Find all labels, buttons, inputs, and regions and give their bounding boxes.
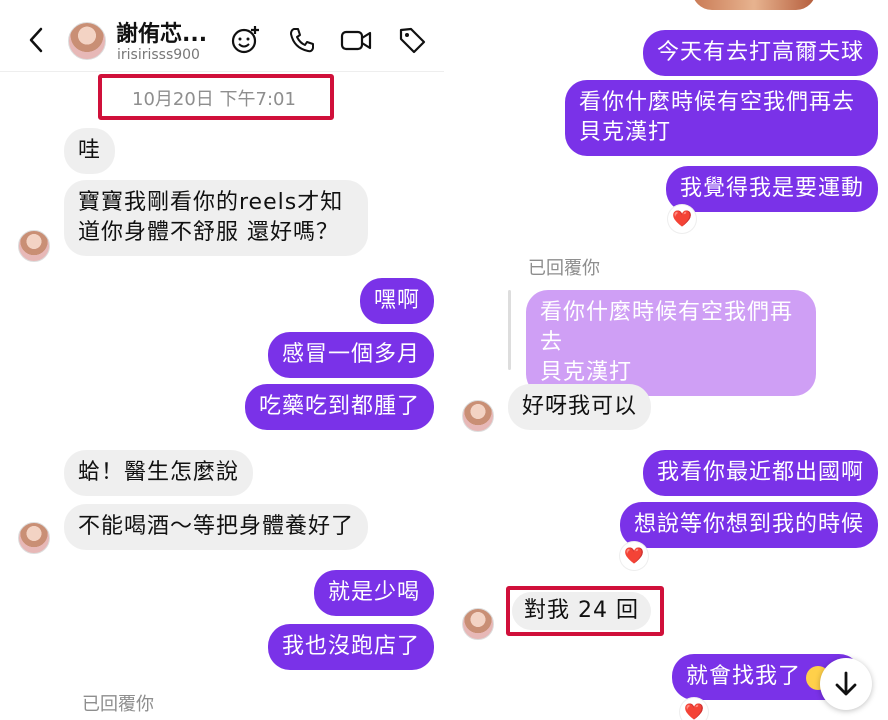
message-line: 看你什麼時候有空我們再去	[540, 300, 794, 355]
message-incoming[interactable]: 不能喝酒～等把身體養好了	[64, 504, 369, 550]
heart-reaction-icon[interactable]: ❤️	[620, 542, 648, 570]
phone-icon[interactable]	[286, 24, 318, 56]
message-outgoing[interactable]: 我看你最近都出國啊	[642, 450, 878, 496]
message-incoming[interactable]: 蛤！醫生怎麼說	[64, 450, 254, 496]
right-chat-panel: 今天有去打高爾夫球 看你什麼時候有空我們再去 貝克漢打 我覺得我是要運動 ❤️ …	[444, 0, 888, 720]
contact-name[interactable]: 謝侑芯...	[116, 16, 207, 48]
message-line: 貝克漢打	[579, 120, 672, 145]
shared-photo-partial[interactable]	[692, 0, 816, 10]
left-chat-panel: 謝侑芯... irisirisss900 10月20日 下午7:01 哇 寶寶我…	[0, 0, 444, 720]
message-incoming[interactable]: 對我 24 回	[512, 592, 651, 630]
reply-quote-bar	[508, 290, 511, 370]
add-reaction-icon[interactable]	[230, 24, 262, 56]
heart-reaction-icon[interactable]: ❤️	[668, 205, 696, 233]
message-incoming[interactable]: 哇	[64, 128, 116, 174]
sender-avatar[interactable]	[462, 608, 494, 640]
sender-avatar[interactable]	[18, 522, 50, 554]
heart-reaction-icon[interactable]: ❤️	[680, 698, 708, 720]
tag-icon[interactable]	[396, 24, 428, 56]
timestamp: 10月20日 下午7:01	[132, 89, 296, 110]
replied-label: 已回覆你	[528, 258, 600, 279]
message-outgoing[interactable]: 我也沒跑店了	[267, 624, 434, 670]
message-incoming[interactable]: 寶寶我剛看你的reels才知 道你身體不舒服 還好嗎？	[64, 180, 368, 256]
sender-avatar[interactable]	[462, 400, 494, 432]
contact-avatar[interactable]	[68, 22, 106, 60]
message-incoming[interactable]: 好呀我可以	[508, 384, 652, 430]
arrow-down-icon	[835, 671, 857, 696]
message-outgoing[interactable]: 想說等你想到我的時候	[619, 502, 878, 548]
chat-header: 謝侑芯... irisirisss900	[0, 0, 444, 72]
message-outgoing[interactable]: 今天有去打高爾夫球	[642, 30, 878, 76]
contact-username: irisirisss900	[117, 47, 200, 63]
quoted-message[interactable]: 看你什麼時候有空我們再去 貝克漢打	[526, 290, 816, 396]
message-outgoing[interactable]: 就是少喝	[313, 570, 434, 616]
message-outgoing[interactable]: 我覺得我是要運動	[665, 166, 878, 212]
message-line: 寶寶我剛看你的reels才知	[78, 190, 344, 215]
video-call-icon[interactable]	[340, 24, 372, 56]
sender-avatar[interactable]	[18, 230, 50, 262]
message-outgoing[interactable]: 吃藥吃到都腫了	[244, 384, 434, 430]
message-line: 看你什麼時候有空我們再去	[579, 90, 856, 115]
back-icon[interactable]	[20, 24, 52, 56]
replied-label: 已回覆你	[82, 694, 154, 715]
message-outgoing[interactable]: 看你什麼時候有空我們再去 貝克漢打	[565, 80, 878, 156]
message-outgoing[interactable]: 感冒一個多月	[267, 332, 434, 378]
scroll-to-bottom-button[interactable]	[820, 658, 872, 710]
message-line: 道你身體不舒服 還好嗎？	[78, 220, 339, 245]
message-outgoing[interactable]: 嘿啊	[359, 278, 434, 324]
